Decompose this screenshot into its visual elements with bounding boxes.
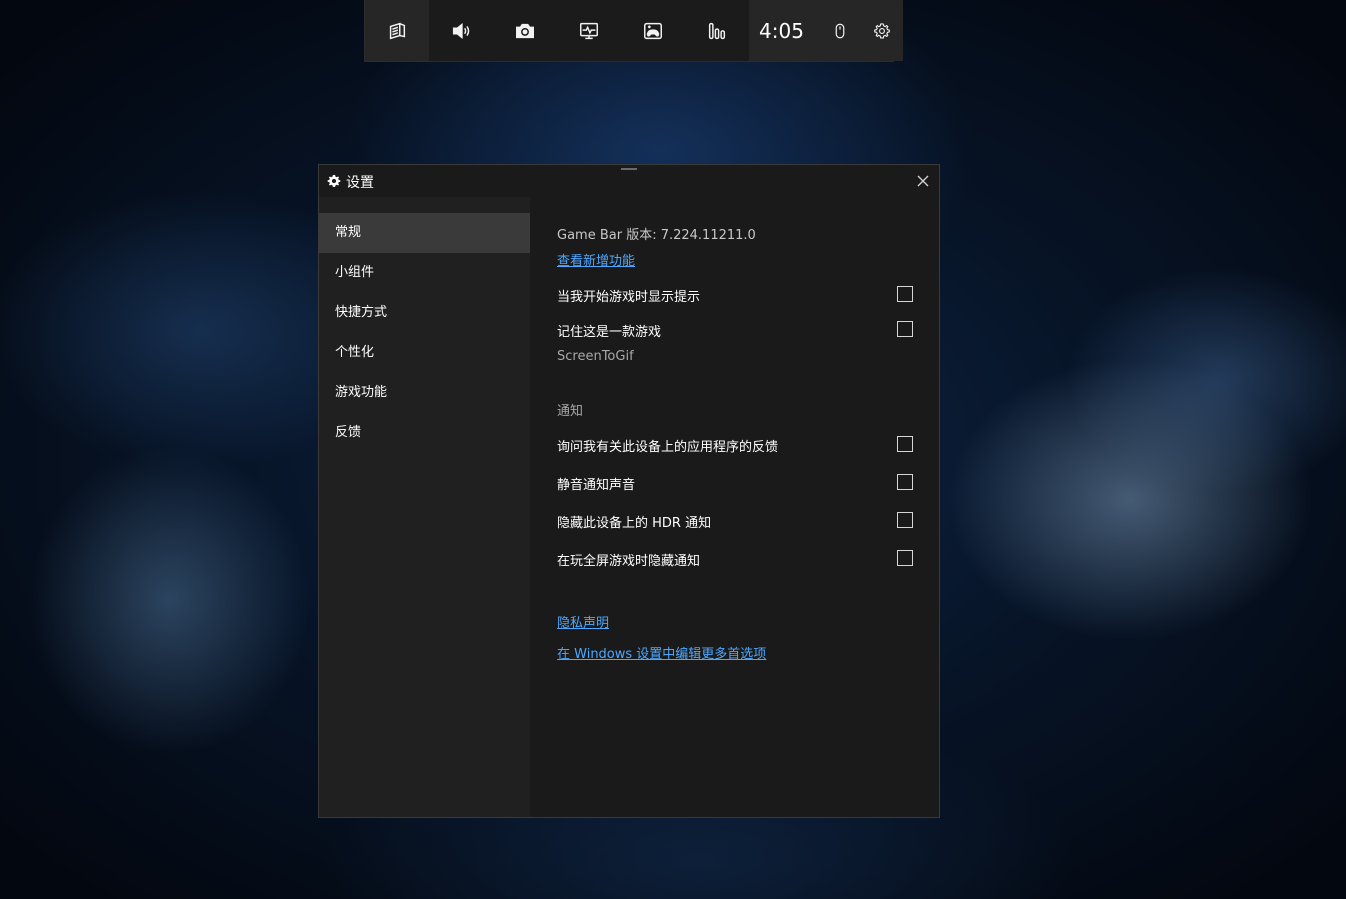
widget-buttons xyxy=(365,0,749,61)
game-bar-status: 4:05 xyxy=(749,0,903,61)
remember-game-checkbox[interactable] xyxy=(897,321,913,337)
show-tips-checkbox[interactable] xyxy=(897,286,913,302)
xbox-social-icon xyxy=(644,22,662,39)
hide-fullscreen-checkbox[interactable] xyxy=(897,550,913,566)
clock: 4:05 xyxy=(759,18,804,43)
sidebar-item-gaming-features[interactable]: 游戏功能 xyxy=(319,373,530,413)
hide-hdr-label: 隐藏此设备上的 HDR 通知 xyxy=(557,516,712,531)
widget-menu-icon xyxy=(389,22,406,39)
mouse-icon xyxy=(835,23,845,38)
sidebar-item-feedback[interactable]: 反馈 xyxy=(319,413,530,453)
whats-new-link[interactable]: 查看新增功能 xyxy=(557,250,635,269)
sidebar-item-widgets[interactable]: 小组件 xyxy=(319,253,530,293)
gear-icon xyxy=(874,22,890,38)
notifications-header: 通知 xyxy=(557,404,584,419)
version-text: Game Bar 版本: 7.224.11211.0 xyxy=(557,228,756,243)
hide-fullscreen-label: 在玩全屏游戏时隐藏通知 xyxy=(557,554,701,569)
settings-sidebar: 常规 小组件 快捷方式 个性化 游戏功能 反馈 xyxy=(319,197,530,817)
remember-game-label: 记住这是一款游戏 xyxy=(557,325,662,340)
settings-content: Game Bar 版本: 7.224.11211.0 查看新增功能 当我开始游戏… xyxy=(530,197,939,817)
show-tips-label: 当我开始游戏时显示提示 xyxy=(557,290,701,305)
privacy-link[interactable]: 隐私声明 xyxy=(557,612,609,631)
drag-handle[interactable] xyxy=(621,168,637,170)
hide-hdr-checkbox[interactable] xyxy=(897,512,913,528)
sidebar-item-shortcuts[interactable]: 快捷方式 xyxy=(319,293,530,333)
resources-button[interactable] xyxy=(685,0,749,61)
game-bar: 4:05 xyxy=(364,0,903,62)
close-icon[interactable] xyxy=(915,173,931,189)
capture-icon xyxy=(516,23,534,38)
ask-feedback-label: 询问我有关此设备上的应用程序的反馈 xyxy=(557,440,779,455)
current-app-name: ScreenToGif xyxy=(557,349,634,364)
windows-settings-link[interactable]: 在 Windows 设置中编辑更多首选项 xyxy=(557,643,766,662)
mouse-button[interactable] xyxy=(819,0,861,61)
sidebar-item-general[interactable]: 常规 xyxy=(319,213,530,253)
gear-icon xyxy=(327,174,341,187)
settings-button[interactable] xyxy=(861,0,903,61)
window-title: 设置 xyxy=(346,175,374,191)
settings-window: 设置 常规 小组件 快捷方式 个性化 游戏功能 反馈 Game Bar 版本: … xyxy=(318,164,940,818)
widget-menu-button[interactable] xyxy=(365,0,429,61)
ask-feedback-checkbox[interactable] xyxy=(897,436,913,452)
mute-sounds-label: 静音通知声音 xyxy=(557,478,636,493)
sidebar-item-personalization[interactable]: 个性化 xyxy=(319,333,530,373)
performance-icon xyxy=(580,22,598,39)
audio-icon xyxy=(452,22,470,39)
title-bar[interactable]: 设置 xyxy=(319,165,939,197)
capture-button[interactable] xyxy=(493,0,557,61)
performance-button[interactable] xyxy=(557,0,621,61)
mute-sounds-checkbox[interactable] xyxy=(897,474,913,490)
audio-button[interactable] xyxy=(429,0,493,61)
xbox-social-button[interactable] xyxy=(621,0,685,61)
resources-icon xyxy=(708,22,726,39)
